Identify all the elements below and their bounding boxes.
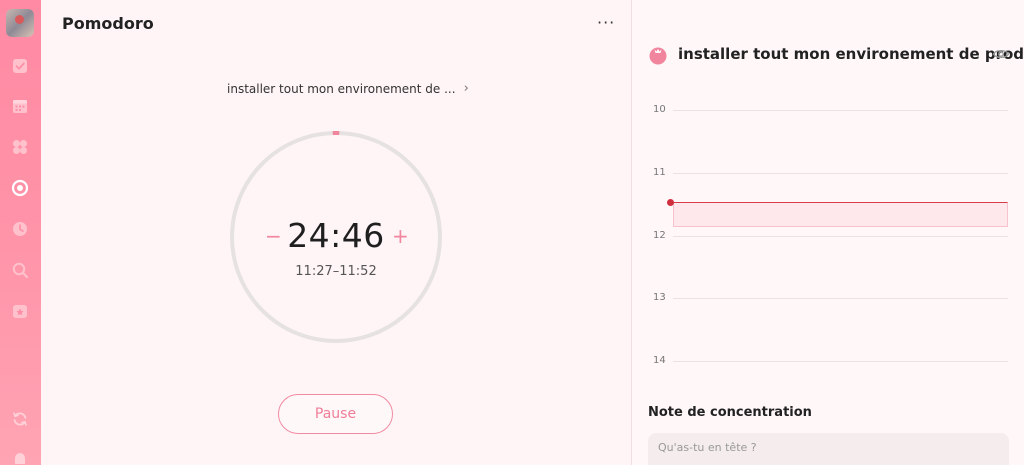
timeline-hour: 10 — [653, 104, 1013, 116]
checkbox-icon[interactable] — [11, 57, 29, 75]
pause-button[interactable]: Pause — [278, 394, 393, 434]
timeline-hour-label: 12 — [653, 230, 666, 241]
timeline-gridline — [673, 173, 1008, 174]
notification-icon[interactable] — [11, 450, 29, 465]
timer-dial: − 24:46 + 11:27–11:52 — [229, 130, 443, 344]
focus-detail-pane: installer tout mon environement de prod … — [632, 0, 1024, 465]
habit-icon[interactable] — [11, 302, 29, 320]
focus-note-title: Note de concentration — [648, 405, 812, 420]
timer-range: 11:27–11:52 — [295, 264, 377, 279]
current-time-marker — [667, 199, 674, 206]
hide-eye-icon[interactable] — [992, 47, 1010, 61]
focus-note-input[interactable] — [648, 433, 1009, 465]
timeline-hour: 12 — [653, 230, 1013, 242]
timeline-gridline — [673, 110, 1008, 111]
search-icon[interactable] — [11, 261, 29, 279]
timeline-gridline — [673, 298, 1008, 299]
matrix-icon[interactable] — [11, 138, 29, 156]
calendar-icon[interactable] — [11, 97, 29, 115]
pomodoro-pane: Pomodoro ··· installer tout mon environe… — [41, 0, 631, 465]
focus-session-block[interactable] — [673, 202, 1008, 227]
timeline-hour: 14 — [653, 355, 1013, 367]
timer-display: 24:46 — [287, 216, 385, 255]
sync-icon[interactable] — [11, 410, 29, 428]
tomato-icon — [649, 47, 667, 65]
timeline-hour-label: 10 — [653, 104, 666, 115]
timeline-hour-label: 14 — [653, 355, 666, 366]
timeline-gridline — [673, 361, 1008, 362]
avatar[interactable] — [6, 9, 34, 37]
pomodoro-icon[interactable] — [11, 179, 29, 197]
timeline-hour-label: 13 — [653, 292, 666, 303]
timeline-hour-label: 11 — [653, 167, 666, 178]
current-task-label: installer tout mon environement de ... — [227, 81, 456, 96]
current-task-selector[interactable]: installer tout mon environement de ... › — [227, 81, 469, 96]
timeline-hour: 11 — [653, 167, 1013, 179]
chevron-right-icon: › — [463, 81, 469, 96]
more-options-button[interactable]: ··· — [597, 13, 615, 32]
task-title: installer tout mon environement de prod — [678, 45, 1024, 63]
page-title: Pomodoro — [62, 14, 154, 33]
timeline-hour: 13 — [653, 292, 1013, 304]
timeline-gridline — [673, 236, 1008, 237]
clock-icon[interactable] — [11, 220, 29, 238]
increase-time-button[interactable]: + — [392, 226, 409, 246]
sidebar — [0, 0, 41, 465]
